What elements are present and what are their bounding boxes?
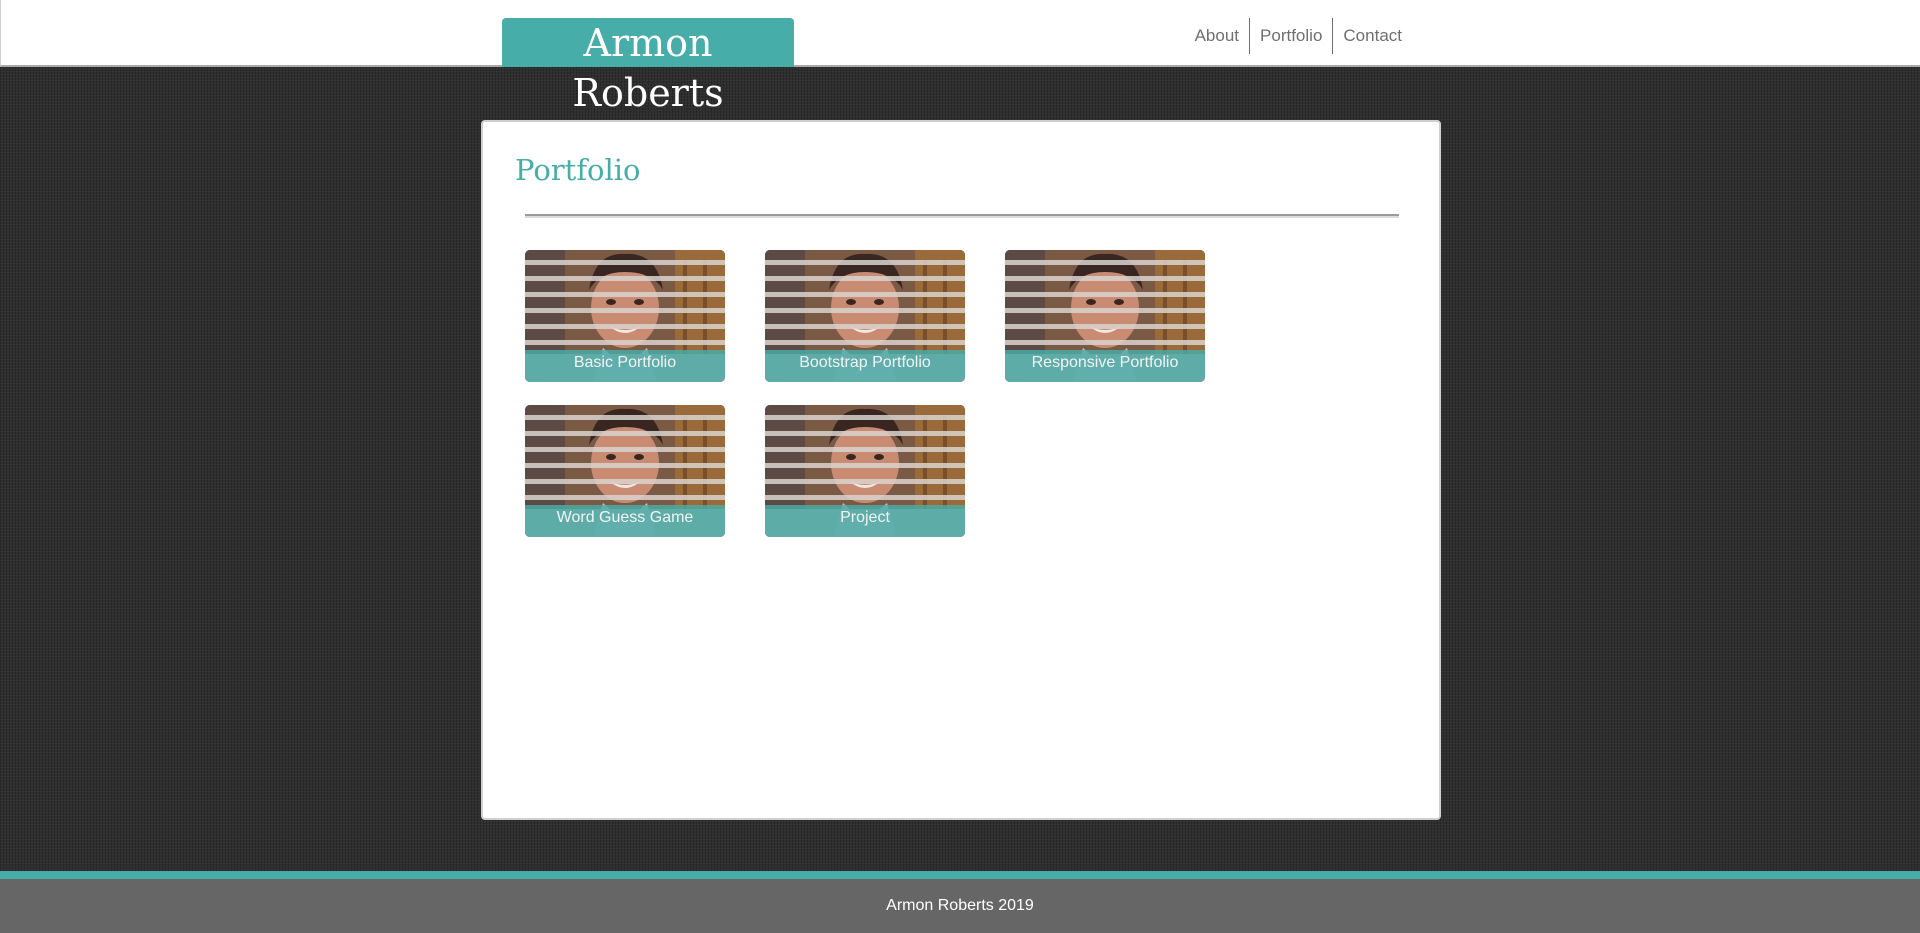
- portfolio-tile-bootstrap[interactable]: Bootstrap Portfolio: [765, 250, 965, 382]
- page-title: Portfolio: [515, 153, 641, 187]
- nav-link-about[interactable]: About: [1185, 18, 1249, 54]
- tile-caption: Bootstrap Portfolio: [765, 350, 965, 382]
- tile-caption: Word Guess Game: [525, 505, 725, 537]
- portfolio-tile-responsive[interactable]: Responsive Portfolio: [1005, 250, 1205, 382]
- main-nav: About Portfolio Contact: [1185, 18, 1412, 54]
- footer-accent-stripe: [0, 871, 1920, 879]
- portfolio-tile-project[interactable]: Project: [765, 405, 965, 537]
- tile-caption: Basic Portfolio: [525, 350, 725, 382]
- site-footer: Armon Roberts 2019: [0, 879, 1920, 933]
- title-divider: [525, 214, 1399, 218]
- nav-link-portfolio[interactable]: Portfolio: [1249, 18, 1332, 54]
- nav-link-contact[interactable]: Contact: [1332, 18, 1412, 54]
- tile-caption: Project: [765, 505, 965, 537]
- site-header: Armon Roberts About Portfolio Contact: [0, 0, 1920, 115]
- portfolio-tile-basic[interactable]: Basic Portfolio: [525, 250, 725, 382]
- portfolio-tile-word-guess[interactable]: Word Guess Game: [525, 405, 725, 537]
- tile-caption: Responsive Portfolio: [1005, 350, 1205, 382]
- portfolio-card: Portfolio Basic Portfolio Bootstrap Port…: [481, 120, 1441, 820]
- footer-copyright: Armon Roberts 2019: [886, 897, 1034, 914]
- brand-logo-link[interactable]: Armon Roberts: [502, 18, 794, 115]
